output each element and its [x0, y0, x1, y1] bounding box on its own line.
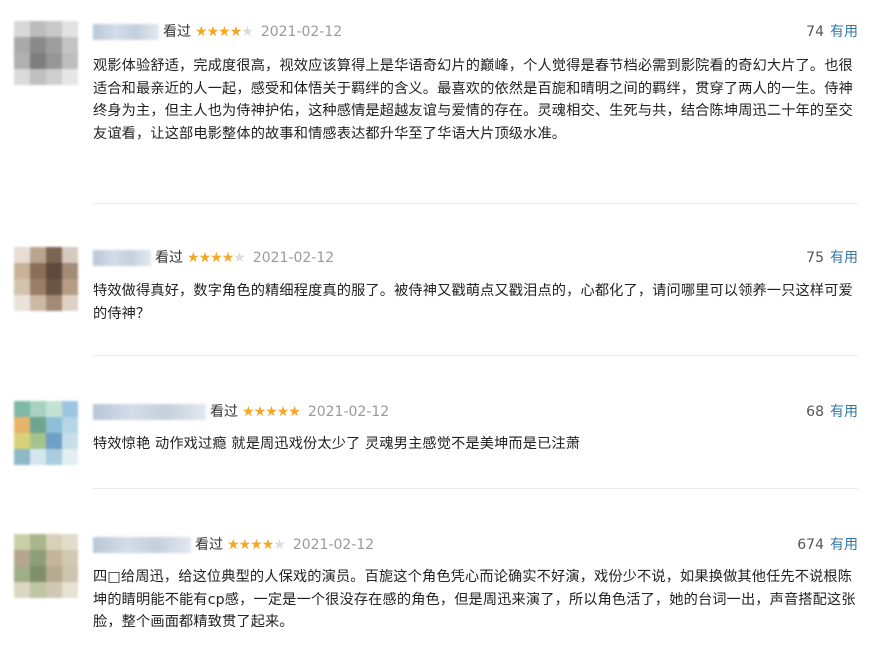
star-icon: ★: [250, 537, 263, 553]
star-icon: ★: [233, 250, 246, 266]
star-icon: ★: [187, 250, 200, 266]
useful-button[interactable]: 有用: [830, 250, 858, 266]
review-header: 看过 ★ ★ ★ ★ ★ 2021-02-12: [93, 401, 389, 423]
review-date: 2021-02-12: [252, 250, 335, 266]
review-text: 特效惊艳 动作戏过瘾 就是周迅戏份太少了 灵魂男主感觉不是美坤而是已注萧: [93, 436, 581, 452]
star-icon: ★: [227, 537, 240, 553]
username[interactable]: [93, 24, 159, 40]
star-icon: ★: [221, 250, 235, 266]
username[interactable]: [93, 404, 206, 420]
star-icon: ★: [261, 537, 275, 553]
review-date: 2021-02-12: [307, 404, 390, 420]
star-icon: ★: [206, 24, 220, 40]
divider: [93, 488, 858, 489]
star-icon: ★: [210, 250, 223, 266]
votes: 75 有用: [806, 247, 858, 269]
votes: 674 有用: [797, 534, 858, 556]
star-icon: ★: [288, 404, 301, 420]
vote-count: 674: [797, 537, 824, 553]
divider: [93, 203, 858, 204]
watch-status: 看过: [155, 250, 183, 266]
review-header: 看过 ★ ★ ★ ★ ★ 2021-02-12: [93, 247, 334, 269]
star-icon: ★: [242, 404, 255, 420]
rating-stars: ★ ★ ★ ★ ★: [195, 21, 254, 43]
review-text: 特效做得真好，数字角色的精细程度真的服了。被侍神又戳萌点又戳泪点的，心都化了，请…: [93, 283, 853, 322]
avatar[interactable]: [14, 21, 78, 85]
divider: [93, 355, 858, 356]
rating-stars: ★ ★ ★ ★ ★: [227, 534, 286, 556]
review-date: 2021-02-12: [292, 537, 375, 553]
star-icon: ★: [238, 537, 252, 553]
star-icon: ★: [229, 24, 243, 40]
rating-stars: ★ ★ ★ ★ ★: [187, 247, 246, 269]
star-icon: ★: [218, 24, 231, 40]
review-header: 看过 ★ ★ ★ ★ ★ 2021-02-12: [93, 21, 342, 43]
vote-count: 74: [806, 24, 824, 40]
rating-stars: ★ ★ ★ ★ ★: [242, 401, 301, 423]
avatar[interactable]: [14, 401, 78, 465]
useful-button[interactable]: 有用: [830, 537, 858, 553]
avatar[interactable]: [14, 247, 78, 311]
vote-count: 68: [806, 404, 824, 420]
review-header: 看过 ★ ★ ★ ★ ★ 2021-02-12: [93, 534, 374, 556]
review-date: 2021-02-12: [260, 24, 343, 40]
star-icon: ★: [276, 404, 290, 420]
vote-count: 75: [806, 250, 824, 266]
avatar[interactable]: [14, 534, 78, 598]
review-text: 四□给周迅，给这位典型的人保戏的演员。百旎这个角色凭心而论确实不好演，戏份少不说…: [93, 569, 856, 631]
watch-status: 看过: [195, 537, 223, 553]
star-icon: ★: [195, 24, 208, 40]
useful-button[interactable]: 有用: [830, 404, 858, 420]
useful-button[interactable]: 有用: [830, 24, 858, 40]
star-icon: ★: [241, 24, 254, 40]
watch-status: 看过: [210, 404, 238, 420]
username[interactable]: [93, 250, 151, 266]
star-icon: ★: [198, 250, 212, 266]
watch-status: 看过: [163, 24, 191, 40]
star-icon: ★: [265, 404, 278, 420]
star-icon: ★: [253, 404, 267, 420]
review-text: 观影体验舒适，完成度很高，视效应该算得上是华语奇幻片的巅峰，个人觉得是春节档必需…: [93, 58, 853, 143]
star-icon: ★: [273, 537, 286, 553]
votes: 68 有用: [806, 401, 858, 423]
username[interactable]: [93, 537, 191, 553]
votes: 74 有用: [806, 21, 858, 43]
